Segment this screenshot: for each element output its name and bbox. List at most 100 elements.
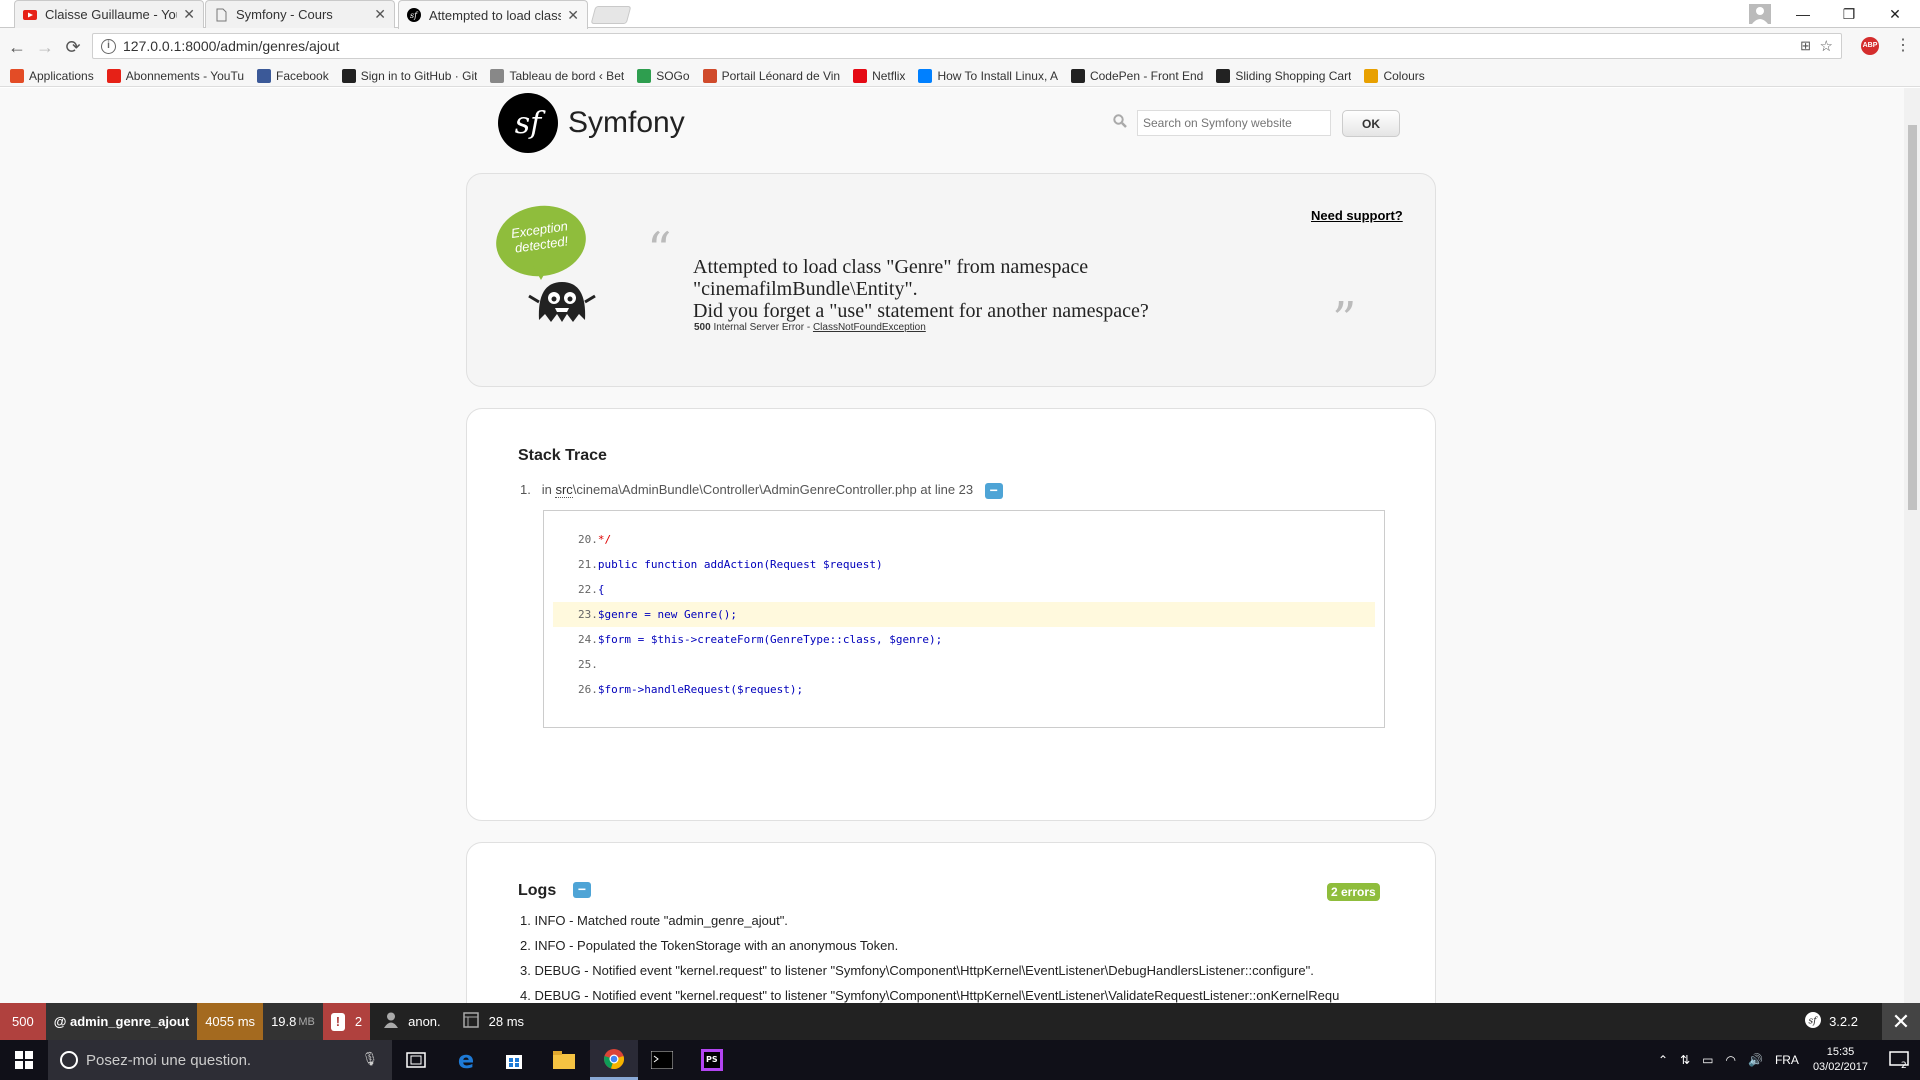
file-explorer-icon[interactable]: [540, 1040, 588, 1080]
db-panel[interactable]: 28 ms: [449, 1003, 532, 1040]
search-input[interactable]: [1137, 110, 1331, 136]
microphone-icon[interactable]: 🎙: [361, 1051, 378, 1067]
edge-icon[interactable]: e: [442, 1040, 490, 1080]
close-icon[interactable]: ✕: [1882, 1003, 1920, 1040]
chevron-up-icon[interactable]: ⌃: [1658, 1053, 1668, 1067]
log-line: 4. DEBUG - Notified event "kernel.reques…: [520, 988, 1340, 1003]
task-view-icon[interactable]: [392, 1040, 440, 1080]
logs-block: Logs − 2 errors 1. INFO - Matched route …: [466, 842, 1436, 1003]
bookmark-label: Sign in to GitHub · Git: [360, 68, 478, 83]
bookmark-label: Applications: [29, 68, 94, 83]
line-code: $form = $this->createForm(GenreType::cla…: [597, 633, 943, 646]
line-code: {: [597, 583, 605, 596]
close-icon[interactable]: ✕: [183, 6, 195, 23]
page-icon: [214, 8, 228, 22]
bookmark-item[interactable]: How To Install Linux, A: [918, 68, 1058, 83]
logs-toggle-button[interactable]: −: [573, 882, 591, 898]
bookmark-label: Facebook: [276, 68, 329, 83]
trace-line: at line 23: [920, 482, 974, 497]
restore-button[interactable]: ❐: [1826, 0, 1872, 28]
line-number: 20.: [578, 533, 598, 546]
memory-panel[interactable]: 19.8 MB: [263, 1003, 323, 1040]
windows-start-icon[interactable]: [0, 1040, 48, 1080]
need-support-link[interactable]: Need support?: [1311, 208, 1403, 223]
cortana-icon: [60, 1051, 78, 1069]
exception-class-link[interactable]: ClassNotFoundException: [813, 322, 926, 333]
bookmark-label: Netflix: [872, 68, 906, 83]
trace-toggle-button[interactable]: −: [984, 482, 1003, 499]
page-scrollbar[interactable]: [1904, 88, 1920, 1003]
code-line: 25.: [553, 652, 1375, 677]
tab-title: Attempted to load class: [429, 7, 562, 23]
bookmark-item[interactable]: Tableau de bord ‹ Bet: [490, 68, 624, 83]
scrollbar-thumb[interactable]: [1908, 125, 1917, 510]
line-number: 21.: [578, 558, 598, 571]
stack-trace-title: Stack Trace: [518, 447, 607, 464]
errors-panel[interactable]: ! 2: [322, 1003, 371, 1040]
phpstorm-icon[interactable]: PS: [688, 1040, 736, 1080]
bookmark-item[interactable]: Abonnements - YouTu: [106, 68, 244, 83]
page-content: sf Symfony OK Need support? Exception de…: [0, 88, 1904, 1003]
exception-summary: Need support? Exception detected! “ ” At…: [466, 173, 1436, 387]
star-icon[interactable]: ☆: [1820, 37, 1833, 55]
url-text[interactable]: 127.0.0.1:8000/admin/genres/ajout: [123, 38, 339, 54]
route-panel[interactable]: @ admin_genre_ajout: [45, 1003, 198, 1040]
symfony-version-panel[interactable]: sf 3.2.2: [1805, 1003, 1858, 1040]
terminal-icon[interactable]: [638, 1040, 686, 1080]
minimize-button[interactable]: —: [1780, 0, 1826, 28]
bookmark-item[interactable]: Applications: [10, 68, 94, 83]
bookmark-item[interactable]: Colours: [1364, 68, 1425, 83]
network-icon[interactable]: ⇅: [1680, 1053, 1690, 1067]
close-icon[interactable]: ✕: [374, 6, 386, 23]
wifi-icon[interactable]: ◠: [1726, 1053, 1736, 1067]
logs-title: Logs: [518, 882, 557, 899]
store-icon[interactable]: [490, 1040, 538, 1080]
info-icon[interactable]: i: [101, 39, 116, 54]
battery-icon[interactable]: ▭: [1702, 1053, 1713, 1067]
language-indicator[interactable]: FRA: [1775, 1053, 1799, 1067]
status-code-panel[interactable]: 500: [0, 1003, 46, 1040]
bookmark-item[interactable]: Sliding Shopping Cart: [1216, 68, 1351, 83]
log-line: 1. INFO - Matched route "admin_genre_ajo…: [520, 913, 788, 928]
bookmark-item[interactable]: Sign in to GitHub · Git: [341, 68, 478, 83]
profile-icon[interactable]: [1740, 0, 1780, 28]
colours-icon: [1364, 68, 1379, 83]
menu-icon[interactable]: ⋮: [1895, 35, 1911, 55]
tab-youtube[interactable]: Claisse Guillaume - YouT ✕: [14, 0, 204, 28]
clock[interactable]: 15:35 03/02/2017: [1813, 1045, 1868, 1075]
reload-button[interactable]: ⟳: [63, 37, 83, 57]
back-button[interactable]: ←: [7, 37, 27, 57]
bookmark-item[interactable]: SOGo: [637, 68, 690, 83]
chrome-icon[interactable]: [590, 1040, 638, 1080]
bookmark-item[interactable]: Portail Léonard de Vin: [702, 68, 840, 83]
bookmarks-bar: Applications Abonnements - YouTu Facebook S…: [0, 65, 1920, 87]
new-tab-button[interactable]: [590, 6, 632, 24]
window-close-button[interactable]: ✕: [1872, 0, 1918, 28]
forward-button[interactable]: →: [35, 37, 55, 57]
adblock-icon[interactable]: ABP: [1861, 37, 1879, 55]
line-number: 22.: [578, 583, 598, 596]
sf-logo-icon: sf: [498, 93, 558, 153]
tab-exception-active[interactable]: sf Attempted to load class ✕: [398, 0, 588, 29]
symfony-logo[interactable]: sf Symfony: [498, 93, 685, 153]
line-number: 24.: [578, 633, 598, 646]
translate-icon[interactable]: ⊞: [1800, 38, 1811, 54]
bookmark-item[interactable]: CodePen - Front End: [1070, 68, 1203, 83]
line-code: $form->handleRequest($request);: [597, 683, 804, 696]
errors-count: 2: [354, 1014, 363, 1029]
notification-count: 2: [1901, 1061, 1907, 1069]
user-panel[interactable]: anon.: [370, 1003, 449, 1040]
cortana-search-box[interactable]: Posez-moi une question. 🎙: [48, 1040, 392, 1080]
search-ok-button[interactable]: OK: [1342, 110, 1400, 137]
bookmark-item[interactable]: Netflix: [853, 68, 906, 83]
time-panel[interactable]: 4055 ms: [197, 1003, 264, 1040]
facebook-icon: [257, 68, 272, 83]
windows-taskbar: Posez-moi une question. 🎙 e PS ⌃ ⇅ ▭ ◠ 🔊…: [0, 1040, 1920, 1080]
volume-icon[interactable]: 🔊: [1748, 1053, 1763, 1067]
bookmark-item[interactable]: Facebook: [257, 68, 329, 83]
close-icon[interactable]: ✕: [567, 7, 579, 24]
src-abbr[interactable]: src: [555, 482, 573, 498]
notification-center-icon[interactable]: 2: [1880, 1040, 1920, 1080]
address-bar[interactable]: i 127.0.0.1:8000/admin/genres/ajout ⊞ ☆: [92, 33, 1842, 59]
tab-symfony-cours[interactable]: Symfony - Cours ✕: [205, 0, 395, 28]
